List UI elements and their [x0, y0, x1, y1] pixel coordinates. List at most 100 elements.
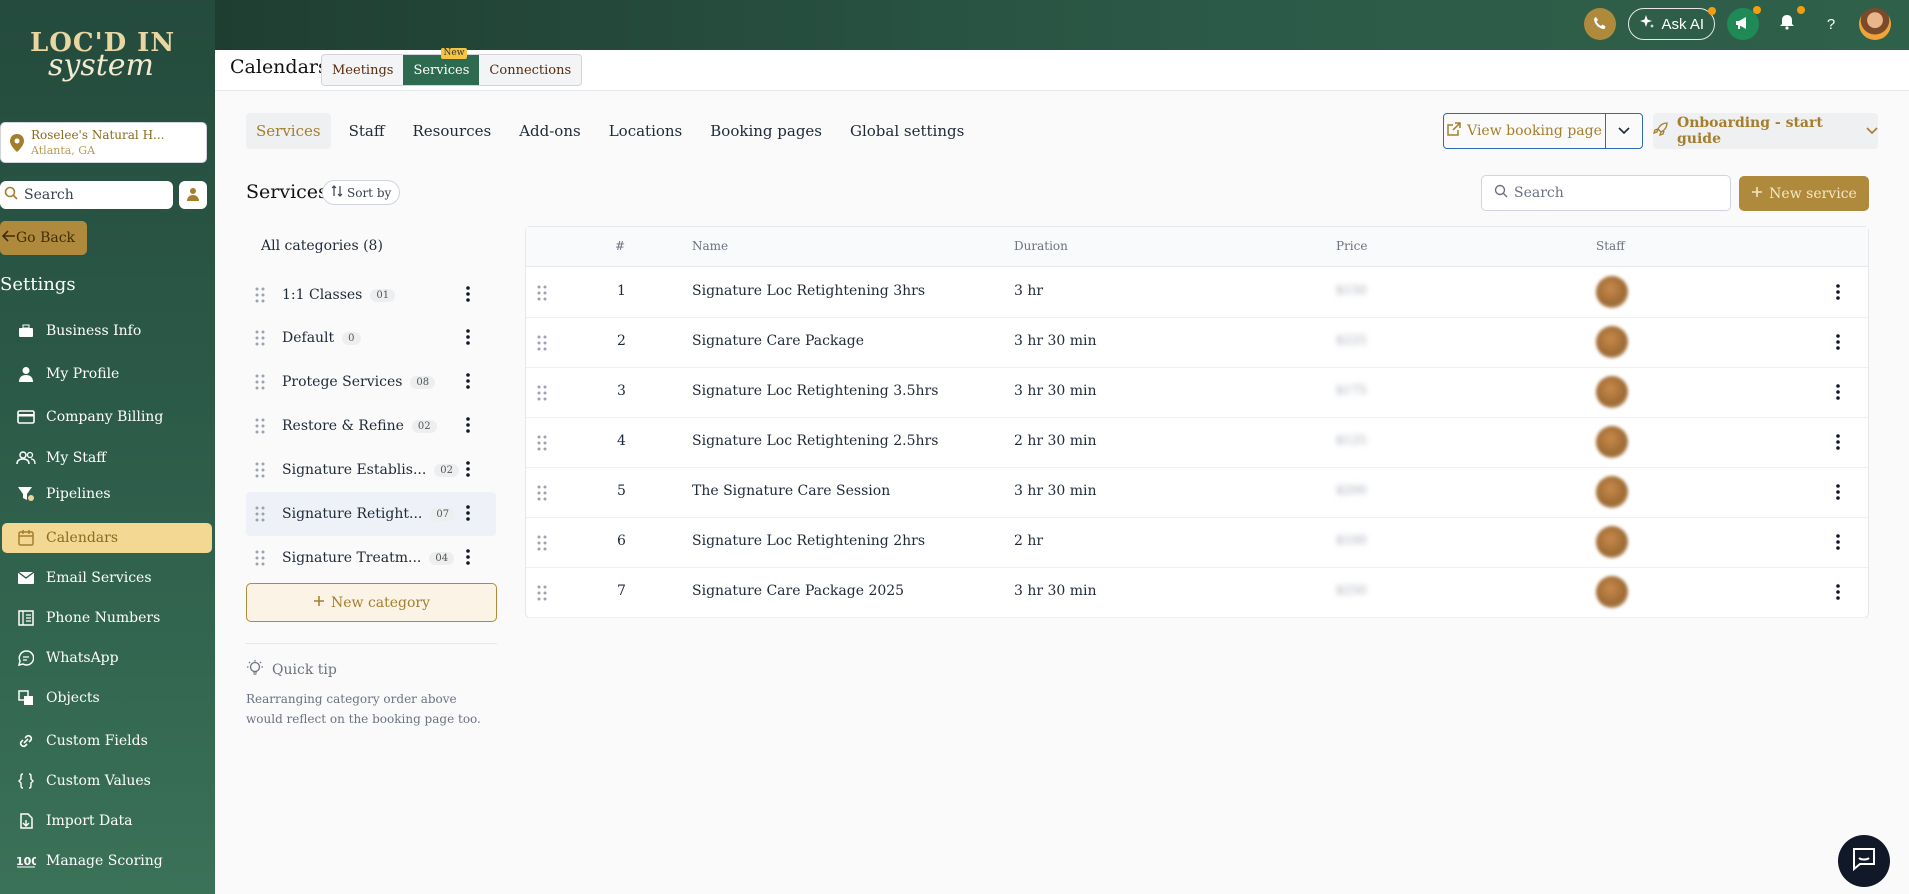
drag-handle-icon[interactable]: [254, 505, 266, 523]
sidebar-search-label: Search: [24, 187, 74, 203]
service-name[interactable]: The Signature Care Session: [692, 483, 890, 499]
tab-resources[interactable]: Resources: [402, 113, 501, 149]
sort-by-button[interactable]: Sort by: [322, 180, 401, 205]
segment-meetings[interactable]: Meetings: [322, 55, 403, 85]
help-button[interactable]: ?: [1815, 8, 1847, 40]
chat-widget-button[interactable]: [1838, 835, 1890, 887]
new-category-button[interactable]: New category: [246, 583, 497, 622]
sidebar-item-custom-values[interactable]: Custom Values: [0, 766, 212, 796]
more-options-icon[interactable]: [466, 373, 470, 391]
sidebar-search[interactable]: Search: [0, 181, 173, 209]
table-row[interactable]: 3 Signature Loc Retightening 3.5hrs 3 hr 3…: [526, 368, 1868, 418]
booking-page-dropdown-button[interactable]: [1606, 123, 1642, 139]
view-booking-page-button[interactable]: View booking page: [1444, 114, 1606, 148]
drag-handle-icon[interactable]: [536, 334, 548, 352]
tab-staff[interactable]: Staff: [339, 113, 395, 149]
drag-handle-icon[interactable]: [536, 534, 548, 552]
category-item[interactable]: Signature Retight... 07: [246, 492, 496, 536]
location-switcher[interactable]: Roselee's Natural H... Atlanta, GA: [0, 122, 207, 163]
service-name[interactable]: Signature Loc Retightening 2.5hrs: [692, 433, 938, 449]
segment-connections[interactable]: Connections: [479, 55, 581, 85]
drag-handle-icon[interactable]: [536, 284, 548, 302]
more-options-icon[interactable]: [466, 286, 470, 304]
col-duration[interactable]: Duration: [1014, 239, 1068, 253]
tab-services[interactable]: Services: [246, 113, 331, 149]
more-options-icon[interactable]: [1836, 434, 1840, 452]
announcements-button[interactable]: [1727, 6, 1761, 40]
more-options-icon[interactable]: [466, 505, 470, 523]
user-filter-button[interactable]: [179, 181, 207, 209]
table-row[interactable]: 1 Signature Loc Retightening 3hrs 3 hr $150: [526, 268, 1868, 318]
sidebar-item-manage-scoring[interactable]: 100 Manage Scoring: [0, 846, 212, 876]
segment-services[interactable]: Services New: [403, 48, 480, 85]
sidebar-item-my-staff[interactable]: My Staff: [0, 443, 212, 473]
service-name[interactable]: Signature Loc Retightening 3hrs: [692, 283, 925, 299]
all-categories[interactable]: All categories (8): [261, 238, 383, 254]
drag-handle-icon[interactable]: [536, 434, 548, 452]
sidebar-item-business-info[interactable]: Business Info: [0, 316, 212, 346]
more-options-icon[interactable]: [1836, 584, 1840, 602]
sidebar-item-my-profile[interactable]: My Profile: [0, 359, 212, 389]
sidebar-item-custom-fields[interactable]: Custom Fields: [0, 726, 212, 756]
drag-handle-icon[interactable]: [536, 584, 548, 602]
sidebar-item-email-services[interactable]: Email Services: [0, 563, 212, 593]
sidebar-item-company-billing[interactable]: Company Billing: [0, 402, 212, 432]
drag-handle-icon[interactable]: [254, 373, 266, 391]
service-name[interactable]: Signature Care Package: [692, 333, 864, 349]
table-row[interactable]: 2 Signature Care Package 3 hr 30 min $225: [526, 318, 1868, 368]
col-name[interactable]: Name: [692, 239, 728, 253]
more-options-icon[interactable]: [466, 417, 470, 435]
table-row[interactable]: 7 Signature Care Package 2025 3 hr 30 min $…: [526, 568, 1868, 618]
tab-locations[interactable]: Locations: [599, 113, 693, 149]
drag-handle-icon[interactable]: [254, 329, 266, 347]
category-item[interactable]: Signature Treatm... 04: [246, 536, 496, 580]
more-options-icon[interactable]: [1836, 534, 1840, 552]
sidebar-item-import-data[interactable]: Import Data: [0, 806, 212, 836]
drag-handle-icon[interactable]: [254, 286, 266, 304]
category-item[interactable]: Default 0: [246, 316, 496, 360]
drag-handle-icon[interactable]: [536, 384, 548, 402]
sidebar-item-pipelines[interactable]: Pipelines: [0, 479, 212, 509]
brand-logo[interactable]: LOC'D IN system: [30, 28, 180, 98]
sidebar-item-whatsapp[interactable]: WhatsApp: [0, 643, 212, 673]
more-options-icon[interactable]: [1836, 284, 1840, 302]
more-options-icon[interactable]: [466, 549, 470, 567]
category-item[interactable]: Protege Services 08: [246, 360, 496, 404]
service-name[interactable]: Signature Loc Retightening 2hrs: [692, 533, 925, 549]
more-options-icon[interactable]: [466, 329, 470, 347]
sidebar-item-calendars[interactable]: Calendars: [2, 523, 212, 553]
drag-handle-icon[interactable]: [536, 484, 548, 502]
sidebar-item-objects[interactable]: Objects: [0, 683, 212, 713]
sparkles-icon: [1639, 14, 1655, 34]
category-item[interactable]: 1:1 Classes 01: [246, 273, 496, 317]
drag-handle-icon[interactable]: [254, 549, 266, 567]
tab-booking-pages[interactable]: Booking pages: [700, 113, 832, 149]
tab-global-settings[interactable]: Global settings: [840, 113, 974, 149]
category-item[interactable]: Restore & Refine 02: [246, 404, 496, 448]
drag-handle-icon[interactable]: [254, 417, 266, 435]
table-row[interactable]: 5 The Signature Care Session 3 hr 30 min $2…: [526, 468, 1868, 518]
ask-ai-button[interactable]: Ask AI: [1628, 7, 1716, 40]
services-search-input[interactable]: Search: [1481, 175, 1731, 211]
go-back-button[interactable]: Go Back: [0, 221, 87, 255]
new-service-button[interactable]: New service: [1739, 176, 1869, 211]
tab-add-ons[interactable]: Add-ons: [509, 113, 591, 149]
table-row[interactable]: 6 Signature Loc Retightening 2hrs 2 hr $100: [526, 518, 1868, 568]
phone-call-button[interactable]: [1584, 8, 1617, 40]
col-price[interactable]: Price: [1336, 239, 1367, 253]
notifications-button[interactable]: [1771, 6, 1805, 40]
more-options-icon[interactable]: [1836, 484, 1840, 502]
avatar[interactable]: [1859, 8, 1891, 40]
drag-handle-icon[interactable]: [254, 461, 266, 479]
category-item[interactable]: Signature Establis... 02: [246, 448, 496, 492]
sidebar-item-phone-numbers[interactable]: Phone Numbers: [0, 603, 212, 633]
more-options-icon[interactable]: [1836, 384, 1840, 402]
service-name[interactable]: Signature Care Package 2025: [692, 583, 904, 599]
more-options-icon[interactable]: [466, 461, 470, 479]
onboarding-guide-button[interactable]: Onboarding - start guide: [1652, 113, 1878, 149]
service-price: $200: [1336, 483, 1367, 497]
service-name[interactable]: Signature Loc Retightening 3.5hrs: [692, 383, 938, 399]
more-options-icon[interactable]: [1836, 334, 1840, 352]
table-row[interactable]: 4 Signature Loc Retightening 2.5hrs 2 hr 3…: [526, 418, 1868, 468]
sidebar-item-label: Pipelines: [46, 486, 111, 502]
